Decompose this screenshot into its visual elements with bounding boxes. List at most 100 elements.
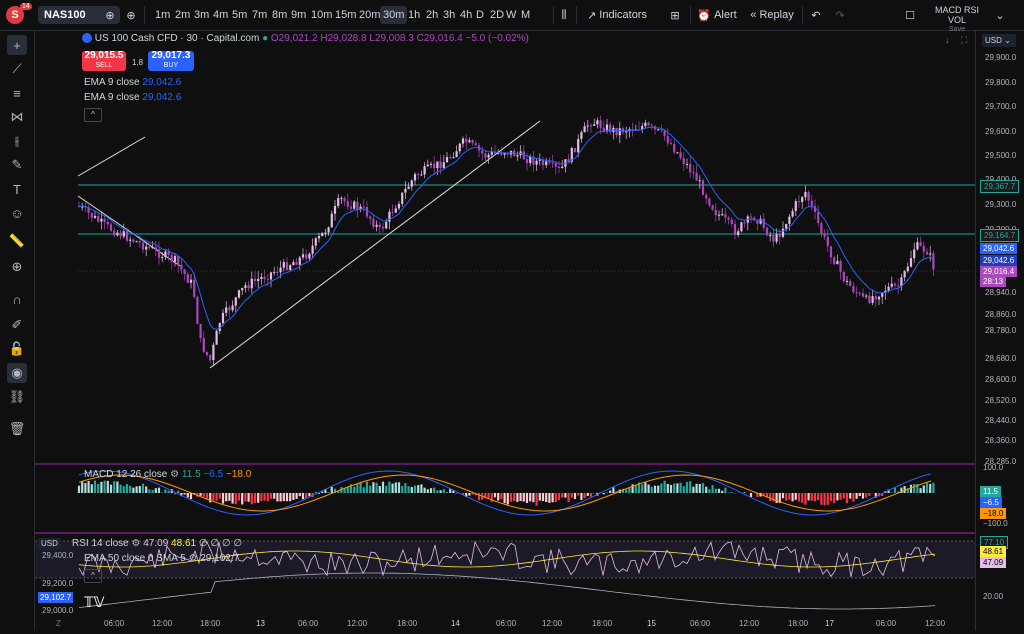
candle-body <box>491 152 493 155</box>
candle-body <box>817 212 819 223</box>
alert-button[interactable]: ⏰ Alert <box>696 6 738 24</box>
indicators-button[interactable]: ↗ Indicators <box>584 6 650 24</box>
candles-icon[interactable]: ⫼ <box>557 6 571 24</box>
macd-histogram-bar <box>705 487 707 493</box>
brush-icon[interactable]: ✎ <box>7 155 27 175</box>
layout-checkbox-icon[interactable]: ☐ <box>904 6 916 24</box>
currency-select[interactable]: USD ⌄ <box>982 34 1016 47</box>
fib-retracement-icon[interactable]: ≡ <box>7 83 27 103</box>
rsi-tag-ma: 48.61 <box>980 546 1006 557</box>
timeframe-3h[interactable]: 3h <box>440 6 458 24</box>
macd-histogram-bar <box>184 493 186 495</box>
macd-histogram-bar <box>580 493 582 500</box>
macd-histogram-bar <box>574 493 576 499</box>
candle-body <box>257 279 259 281</box>
text-icon[interactable]: T <box>7 179 27 199</box>
ruler-icon[interactable]: 📏 <box>7 231 27 251</box>
collapse-legend-chevron-icon[interactable]: ^ <box>84 108 102 122</box>
timeframe-7m[interactable]: 7m <box>249 6 270 24</box>
timeframe-D[interactable]: D <box>473 6 487 24</box>
layout-grid-icon[interactable]: ⊞ <box>668 6 682 24</box>
candle-body <box>212 345 214 360</box>
pattern-icon[interactable]: ⋈ <box>7 107 27 127</box>
candle-body <box>718 215 720 216</box>
candle-body <box>776 234 778 241</box>
price-axis-label: 28,780.0 <box>985 326 1016 335</box>
candle-body <box>875 296 877 299</box>
timeframe-W[interactable]: W <box>503 6 519 24</box>
macd-histogram-bar <box>808 493 810 500</box>
macd-histogram-bar <box>680 483 682 493</box>
candle-body <box>452 157 454 158</box>
timeframe-1h[interactable]: 1h <box>405 6 423 24</box>
redo-icon[interactable]: ↷ <box>834 6 846 24</box>
candle-body <box>488 155 490 158</box>
candle-body <box>856 292 858 293</box>
crosshair-icon[interactable]: + <box>7 35 27 55</box>
sell-button[interactable]: 29,015.5 SELL <box>82 51 126 71</box>
buy-button[interactable]: 29,017.3 BUY <box>148 51 194 71</box>
macd-histogram-bar <box>356 484 358 493</box>
macd-histogram-bar <box>782 493 784 498</box>
macd-histogram-bar <box>145 486 147 493</box>
price-axis-label: 29,300.0 <box>985 200 1016 209</box>
magnet-icon[interactable]: ∩ <box>7 289 27 309</box>
macd-histogram-bar <box>558 493 560 500</box>
ema50-legend[interactable]: EMA 50 close 0 SMA 5 ⚙ 29,102.7 <box>84 553 239 564</box>
macd-histogram-bar <box>724 488 726 493</box>
lock-pencil-icon[interactable]: ✐ <box>7 315 27 335</box>
layout-menu-chevron-icon[interactable]: ⌄ <box>994 6 1006 24</box>
ema-legend-2[interactable]: EMA 9 close 29,042.6 <box>84 92 181 103</box>
candle-body <box>184 269 186 274</box>
candle-body <box>433 164 435 168</box>
prediction-icon[interactable]: ⫲ <box>7 131 27 151</box>
hide-eye-icon[interactable]: ◉ <box>7 363 27 383</box>
macd-histogram-bar <box>200 493 202 496</box>
collapse-rsi-chevron-icon[interactable]: ^ <box>84 569 102 583</box>
timeframe-9m[interactable]: 9m <box>288 6 309 24</box>
timeframe-M[interactable]: M <box>518 6 533 24</box>
scroll-down-icon[interactable]: ↓ <box>945 35 950 45</box>
candle-body <box>411 180 413 186</box>
layout-name[interactable]: MACD RSI VOL Save <box>926 5 988 27</box>
macd-histogram-bar <box>283 493 285 501</box>
macd-histogram-bar <box>846 493 848 503</box>
compare-symbol-icon[interactable]: ⊕ <box>103 6 117 24</box>
candle-body <box>833 257 835 264</box>
timezone-icon[interactable]: Z <box>56 619 61 628</box>
zoom-in-icon[interactable]: ⊕ <box>7 257 27 277</box>
replay-button[interactable]: « Replay <box>748 6 796 24</box>
candle-body <box>97 216 99 222</box>
candle-body <box>724 214 726 218</box>
undo-icon[interactable]: ↶ <box>810 6 822 24</box>
timeframe-30m[interactable]: 30m <box>380 6 407 24</box>
add-symbol-icon[interactable]: ⊕ <box>124 6 138 24</box>
ema-tag-a: 29,042.6 <box>980 243 1017 254</box>
candle-body <box>136 241 138 242</box>
candle-body <box>840 261 842 272</box>
macd-legend[interactable]: MACD 12 26 close ⚙ 11.5 −6.5 −18.0 <box>84 469 251 480</box>
lock-icon[interactable]: 🔓 <box>7 339 27 359</box>
timeframe-2h[interactable]: 2h <box>423 6 441 24</box>
rsi-legend[interactable]: RSI 14 close ⚙ 47.09 48.61 ∅ ∅ ∅ ∅ <box>72 538 242 549</box>
macd-histogram-bar <box>107 481 109 493</box>
ema-legend-1[interactable]: EMA 9 close 29,042.6 <box>84 77 181 88</box>
candle-body <box>865 296 867 297</box>
timeframe-1m[interactable]: 1m <box>152 6 173 24</box>
trash-icon[interactable]: 🗑 <box>7 419 27 439</box>
macd-histogram-bar <box>804 493 806 505</box>
candle-body <box>689 164 691 172</box>
tradingview-logo[interactable]: 𝕋𝕍 <box>84 594 105 611</box>
candle-body <box>302 254 304 257</box>
trend-line-icon[interactable]: ⟋ <box>7 59 27 79</box>
candle-body <box>577 139 579 152</box>
rsi-axis-bottom: 20.00 <box>980 591 1006 602</box>
macd-histogram-bar <box>712 485 714 493</box>
candle-body <box>574 148 576 152</box>
timeframe-5m[interactable]: 5m <box>229 6 250 24</box>
emoji-icon[interactable]: ☺ <box>7 203 27 223</box>
candle-body <box>820 223 822 233</box>
macd-histogram-bar <box>276 493 278 501</box>
link-icon[interactable]: ⛓ <box>7 387 27 407</box>
fullscreen-icon[interactable]: ⛶ <box>961 35 967 46</box>
